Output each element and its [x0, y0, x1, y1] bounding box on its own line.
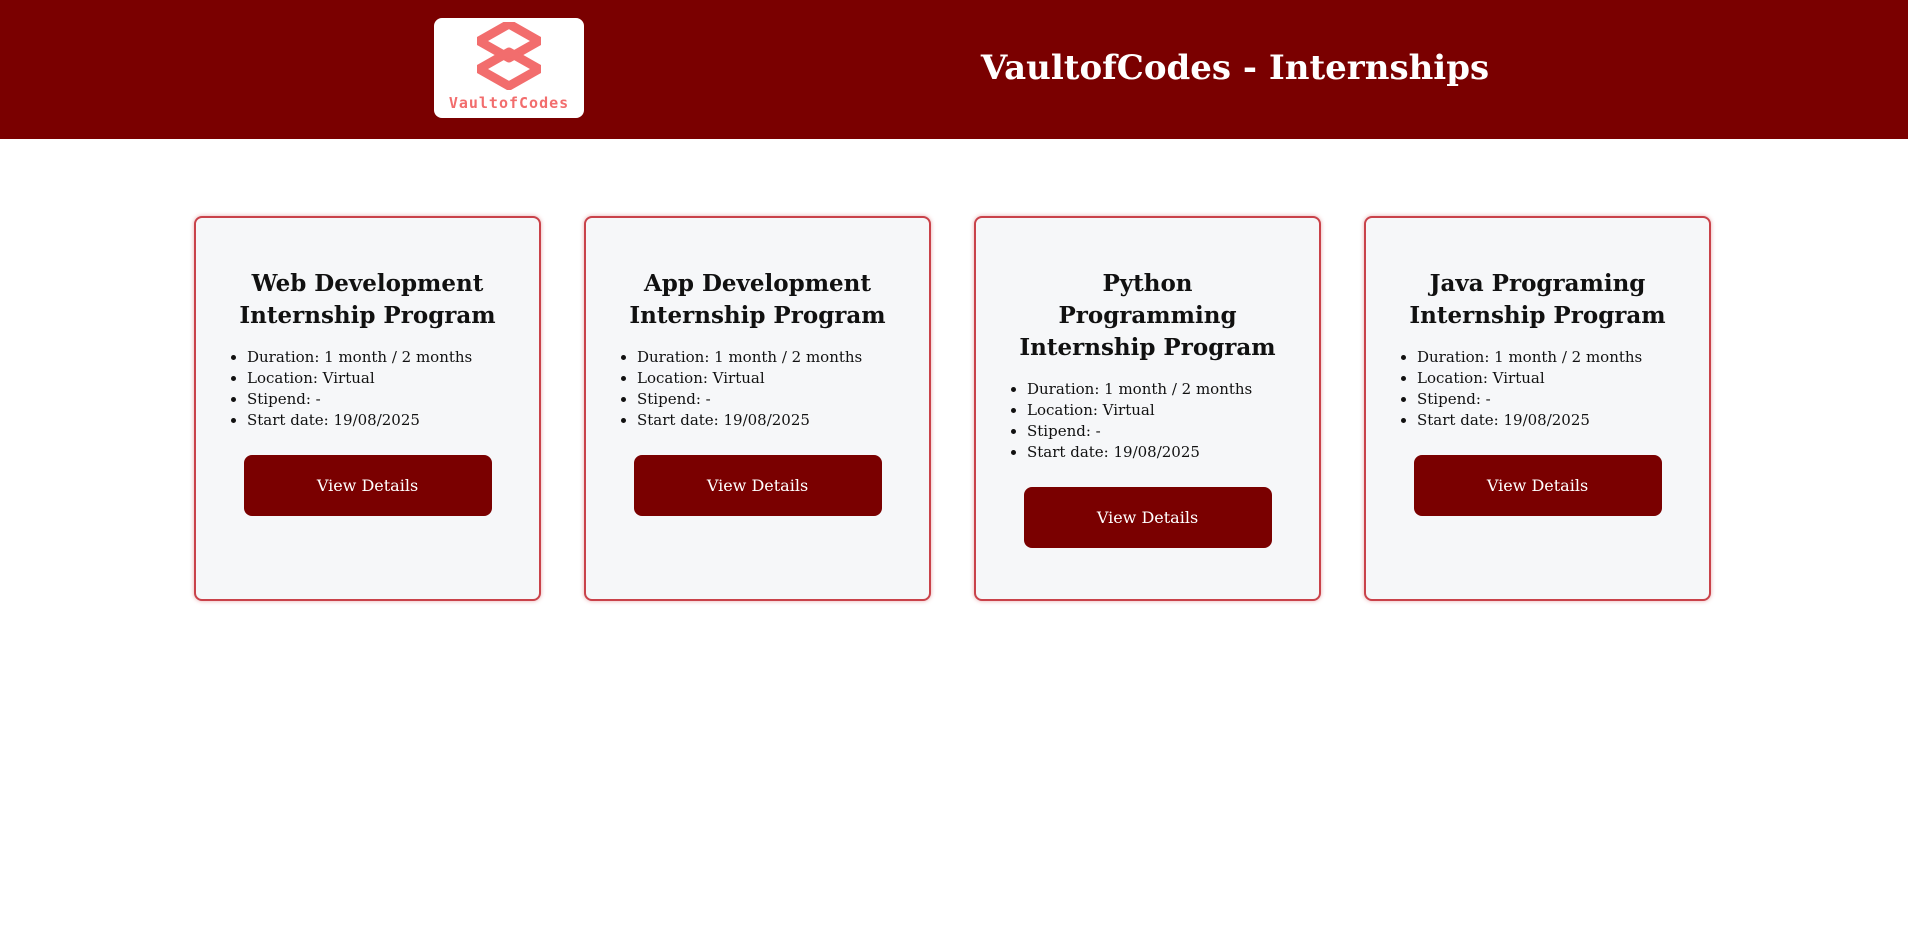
list-item: Duration: 1 month / 2 months: [247, 347, 539, 368]
card-details-list: Duration: 1 month / 2 months Location: V…: [1027, 379, 1319, 463]
list-item: Start date: 19/08/2025: [247, 410, 539, 431]
card-details-list: Duration: 1 month / 2 months Location: V…: [247, 347, 539, 431]
card-details-list: Duration: 1 month / 2 months Location: V…: [1417, 347, 1709, 431]
list-item: Location: Virtual: [1027, 400, 1319, 421]
list-item: Location: Virtual: [1417, 368, 1709, 389]
card-title: Web Development Internship Program: [239, 270, 496, 329]
card-title: Java Programing Internship Program: [1409, 270, 1666, 329]
list-item: Location: Virtual: [247, 368, 539, 389]
list-item: Stipend: -: [637, 389, 929, 410]
list-item: Duration: 1 month / 2 months: [1027, 379, 1319, 400]
site-header: VaultofCodes VaultofCodes - Internships: [0, 0, 1908, 139]
internship-card-python-programming: Python Programming Internship Program Du…: [974, 216, 1321, 601]
logo[interactable]: VaultofCodes: [434, 18, 584, 118]
list-item: Start date: 19/08/2025: [637, 410, 929, 431]
card-details-list: Duration: 1 month / 2 months Location: V…: [637, 347, 929, 431]
view-details-button[interactable]: View Details: [243, 455, 492, 516]
view-details-button[interactable]: View Details: [633, 455, 882, 516]
card-title: App Development Internship Program: [629, 270, 886, 329]
card-title: Python Programming Internship Program: [1019, 270, 1276, 361]
view-details-button[interactable]: View Details: [1023, 487, 1272, 548]
list-item: Stipend: -: [1417, 389, 1709, 410]
page-title: VaultofCodes - Internships: [980, 48, 1490, 88]
view-details-button[interactable]: View Details: [1413, 455, 1662, 516]
list-item: Duration: 1 month / 2 months: [637, 347, 929, 368]
internship-card-app-development: App Development Internship Program Durat…: [584, 216, 931, 601]
logo-text: VaultofCodes: [448, 94, 570, 112]
list-item: Start date: 19/08/2025: [1417, 410, 1709, 431]
internship-card-web-development: Web Development Internship Program Durat…: [194, 216, 541, 601]
internship-card-java-programing: Java Programing Internship Program Durat…: [1364, 216, 1711, 601]
list-item: Stipend: -: [1027, 421, 1319, 442]
list-item: Stipend: -: [247, 389, 539, 410]
list-item: Start date: 19/08/2025: [1027, 442, 1319, 463]
vaultofcodes-logo-icon: [477, 22, 541, 90]
list-item: Duration: 1 month / 2 months: [1417, 347, 1709, 368]
list-item: Location: Virtual: [637, 368, 929, 389]
